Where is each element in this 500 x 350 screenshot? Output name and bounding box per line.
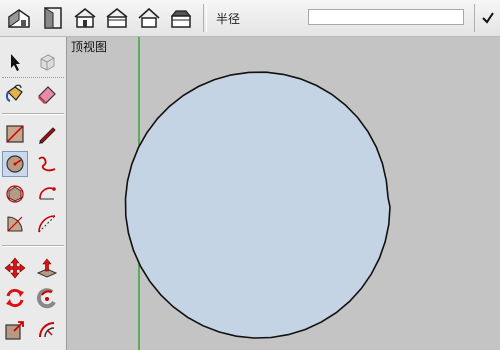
right-view-icon (106, 7, 128, 28)
offset-tool[interactable] (34, 317, 60, 343)
rectangle-tool[interactable] (2, 121, 28, 147)
move-arrows-icon (4, 257, 26, 279)
checkmark-icon (482, 12, 494, 24)
top-toolbar: 半径 (0, 0, 500, 37)
left-view-icon (170, 10, 192, 28)
palette-separator (2, 113, 64, 115)
move-tool[interactable] (2, 255, 28, 281)
scale-tool[interactable] (2, 317, 28, 343)
back-view-button[interactable] (134, 3, 164, 33)
two-point-arc-icon (38, 215, 56, 233)
top-view-icon (44, 7, 62, 29)
arc-icon (39, 187, 56, 200)
measurements-input[interactable] (308, 9, 464, 25)
make-component-tool[interactable] (34, 49, 60, 75)
eraser-icon (38, 86, 56, 104)
freehand-tool[interactable] (34, 151, 60, 177)
confirm-button[interactable] (474, 4, 500, 32)
rotate-tool[interactable] (2, 285, 28, 311)
toolbar-separator (203, 4, 207, 32)
scale-icon (5, 321, 24, 340)
select-tool[interactable] (2, 49, 28, 75)
push-pull-icon (36, 258, 58, 278)
arrow-cursor-icon (11, 54, 20, 71)
top-view-button[interactable] (38, 3, 68, 33)
circle-tool[interactable] (2, 151, 28, 177)
back-view-icon (138, 7, 160, 28)
rotate-icon (6, 288, 24, 308)
polygon-tool[interactable] (2, 181, 28, 207)
vcb-label: 半径 (216, 12, 241, 26)
line-tool[interactable] (34, 121, 60, 147)
pencil-icon (39, 127, 56, 144)
polygon-icon (6, 185, 24, 203)
scene-canvas[interactable] (67, 37, 500, 350)
follow-me-icon (36, 288, 56, 309)
front-view-icon (74, 7, 96, 28)
iso-view-button[interactable] (4, 3, 34, 33)
drawing-viewport[interactable]: 顶视图 (67, 37, 500, 350)
drawn-circle[interactable] (124, 71, 391, 339)
offset-icon (39, 322, 55, 338)
front-view-button[interactable] (70, 3, 100, 33)
right-view-button[interactable] (102, 3, 132, 33)
two-point-arc-tool[interactable] (34, 211, 60, 237)
view-name-label: 顶视图 (71, 40, 108, 54)
pie-tool[interactable] (2, 211, 28, 237)
left-view-button[interactable] (166, 3, 196, 33)
follow-me-tool[interactable] (34, 285, 60, 311)
paint-bucket-tool[interactable] (2, 81, 28, 107)
paint-bucket-icon (5, 84, 23, 102)
rectangle-icon (6, 125, 24, 143)
eraser-tool[interactable] (34, 81, 60, 107)
tool-palette (0, 37, 67, 350)
iso-view-icon (8, 9, 30, 28)
pie-icon (7, 216, 23, 232)
component-box-icon (40, 54, 55, 71)
palette-separator (2, 245, 64, 247)
freehand-icon (38, 156, 56, 172)
arc-tool[interactable] (34, 181, 60, 207)
push-pull-tool[interactable] (34, 255, 60, 281)
circle-icon (6, 155, 24, 173)
